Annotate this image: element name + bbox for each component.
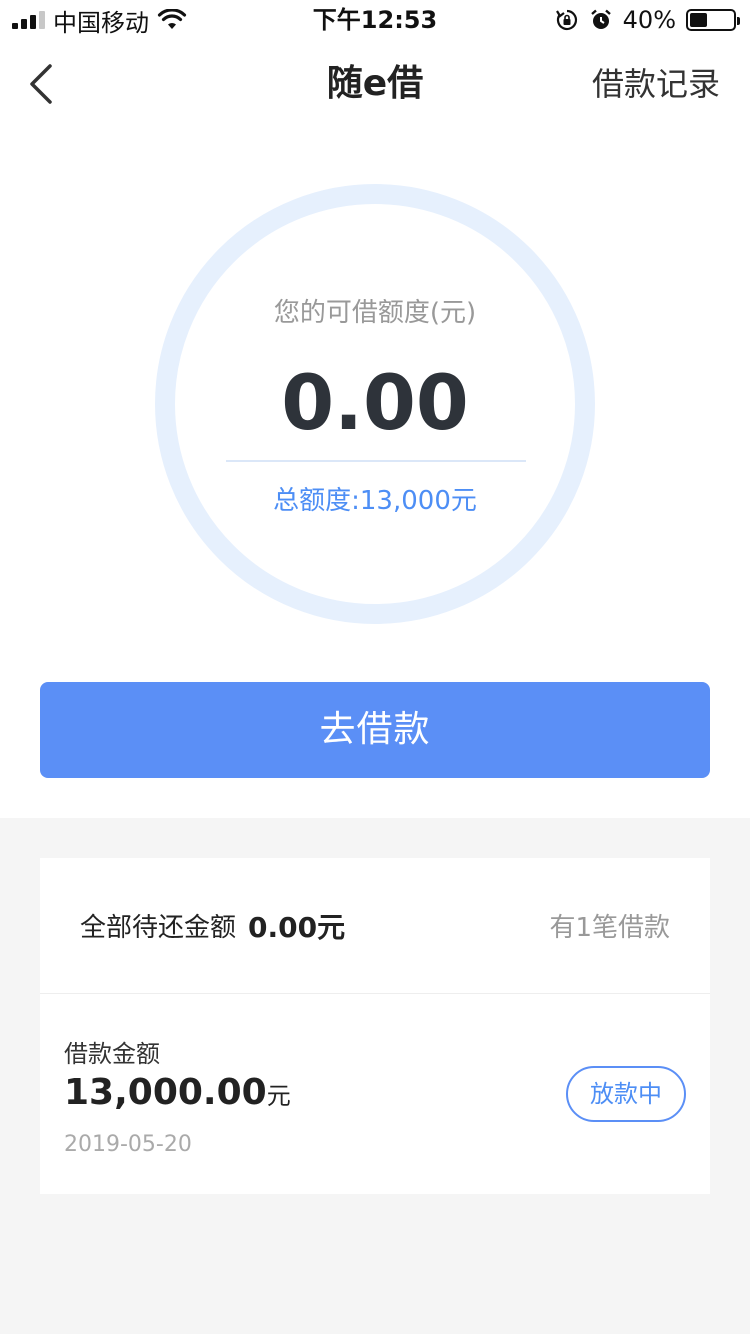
nav-bar: 随e借 借款记录 <box>0 40 750 128</box>
credit-divider <box>226 460 526 462</box>
battery-icon <box>686 9 740 31</box>
pending-amount-label: 全部待还金额 <box>80 913 237 943</box>
alarm-icon <box>590 9 611 29</box>
loan-amount-value: 13,000.00 <box>64 1072 267 1113</box>
total-credit: 总额度:13,000元 <box>0 480 750 517</box>
pending-amount-value: 0.00元 <box>248 911 346 944</box>
battery-percent: 40% <box>622 6 676 34</box>
loan-date: 2019-05-20 <box>64 1132 192 1157</box>
borrow-button[interactable]: 去借款 <box>40 682 710 778</box>
loan-records-link[interactable]: 借款记录 <box>592 40 720 128</box>
credit-label: 您的可借额度(元) <box>273 298 477 328</box>
total-credit-label: 总额度: <box>273 486 360 516</box>
loan-amount-unit: 元 <box>266 1082 291 1110</box>
loan-card: 全部待还金额 0.00元 有1笔借款 借款金额 13,000.00元 2019-… <box>40 858 710 1194</box>
loan-amount-label: 借款金额 <box>64 1040 160 1068</box>
total-credit-value: 13,000元 <box>359 486 477 516</box>
status-right: 40% <box>555 0 740 40</box>
loan-status-button[interactable]: 放款中 <box>566 1066 686 1122</box>
available-credit-amount: 0.00 <box>281 358 469 447</box>
credit-section: 您的可借额度(元) 0.00 总额度:13,000元 去借款 <box>0 128 750 818</box>
repayment-summary: 全部待还金额 0.00元 有1笔借款 <box>40 858 710 994</box>
status-bar: 中国移动 下午12:53 40% <box>0 0 750 40</box>
rotation-lock-icon <box>555 9 577 31</box>
loan-count[interactable]: 有1笔借款 <box>549 858 670 998</box>
loan-amount: 13,000.00元 <box>64 1072 291 1113</box>
